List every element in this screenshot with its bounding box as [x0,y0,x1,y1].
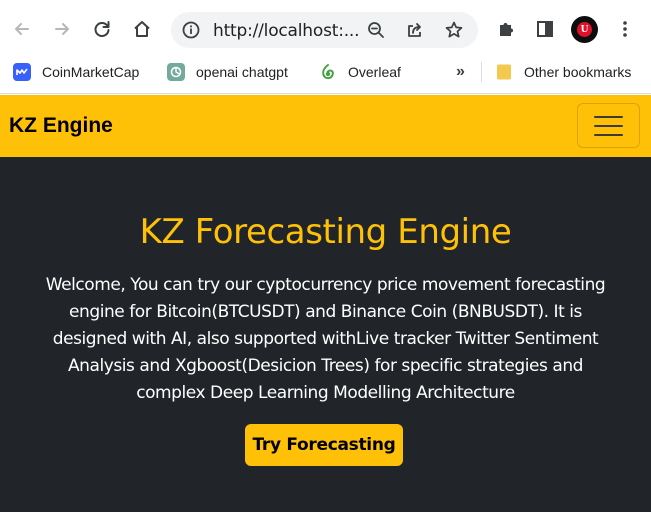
other-bookmarks-folder[interactable]: Other bookmarks [494,58,631,85]
bookmark-label: CoinMarketCap [42,63,140,80]
side-panel-icon [537,21,553,37]
hamburger-icon [594,133,623,136]
other-bookmarks-label: Other bookmarks [524,63,632,80]
back-button[interactable] [7,14,37,44]
hero-description-line: Analysis and Xgboost(Desicion Trees) for… [68,356,583,376]
share-icon[interactable] [405,20,425,40]
navbar-brand[interactable]: KZ Engine [9,114,113,138]
bookmarks-bar: CoinMarketCap openai chatgpt Overleaf » … [0,58,651,94]
bookmark-coinmarketcap[interactable]: CoinMarketCap [12,58,139,85]
puzzle-icon [500,23,513,36]
reload-icon [94,21,110,37]
overleaf-icon [318,62,338,82]
home-button[interactable] [127,14,157,44]
bookmarks-overflow-button[interactable]: » [456,58,465,85]
home-icon [134,21,150,37]
extensions-button[interactable] [491,14,521,44]
hero-description-line: Welcome, You can try our cyptocurrency p… [45,275,606,295]
zoom-icon[interactable] [366,20,386,40]
hero-description: Welcome, You can try our cyptocurrency p… [40,272,611,407]
navbar-toggler-button[interactable] [577,103,640,148]
bookmarks-divider [481,62,482,82]
kebab-menu-icon [623,21,627,37]
side-panel-button[interactable] [530,14,560,44]
bookmark-overleaf[interactable]: Overleaf [318,58,401,85]
profile-avatar[interactable]: U [571,16,598,43]
hero-title: KZ Forecasting Engine [139,212,512,252]
star-icon[interactable] [444,20,464,40]
coinmarketcap-icon [12,62,32,82]
forward-button[interactable] [47,14,77,44]
profile-initial: U [577,22,592,37]
hero-section: KZ Forecasting Engine Welcome, You can t… [0,157,651,512]
reload-button[interactable] [87,14,117,44]
address-bar[interactable]: http://localhost:... [171,12,478,48]
try-forecasting-button[interactable]: Try Forecasting [245,424,403,466]
hero-description-line: engine for Bitcoin(BTCUSDT) and Binance … [69,302,582,322]
info-icon[interactable] [182,21,200,39]
arrow-right-icon [55,23,69,35]
hamburger-icon [594,115,623,118]
bookmark-label: Overleaf [348,63,401,80]
openai-icon [166,62,186,82]
bookmark-label: openai chatgpt [196,63,288,80]
browser-toolbar: http://localhost:... U [0,0,651,58]
url-text[interactable]: http://localhost:... [213,21,360,41]
bookmark-openai-chatgpt[interactable]: openai chatgpt [166,58,288,85]
hero-description-line: designed with AI, also supported withLiv… [52,329,599,349]
hamburger-icon [594,124,623,127]
site-navbar: KZ Engine [0,95,651,157]
menu-button[interactable] [610,14,640,44]
folder-icon [494,62,514,82]
arrow-left-icon [15,23,29,35]
hero-description-line: complex Deep Learning Modelling Architec… [136,383,515,403]
